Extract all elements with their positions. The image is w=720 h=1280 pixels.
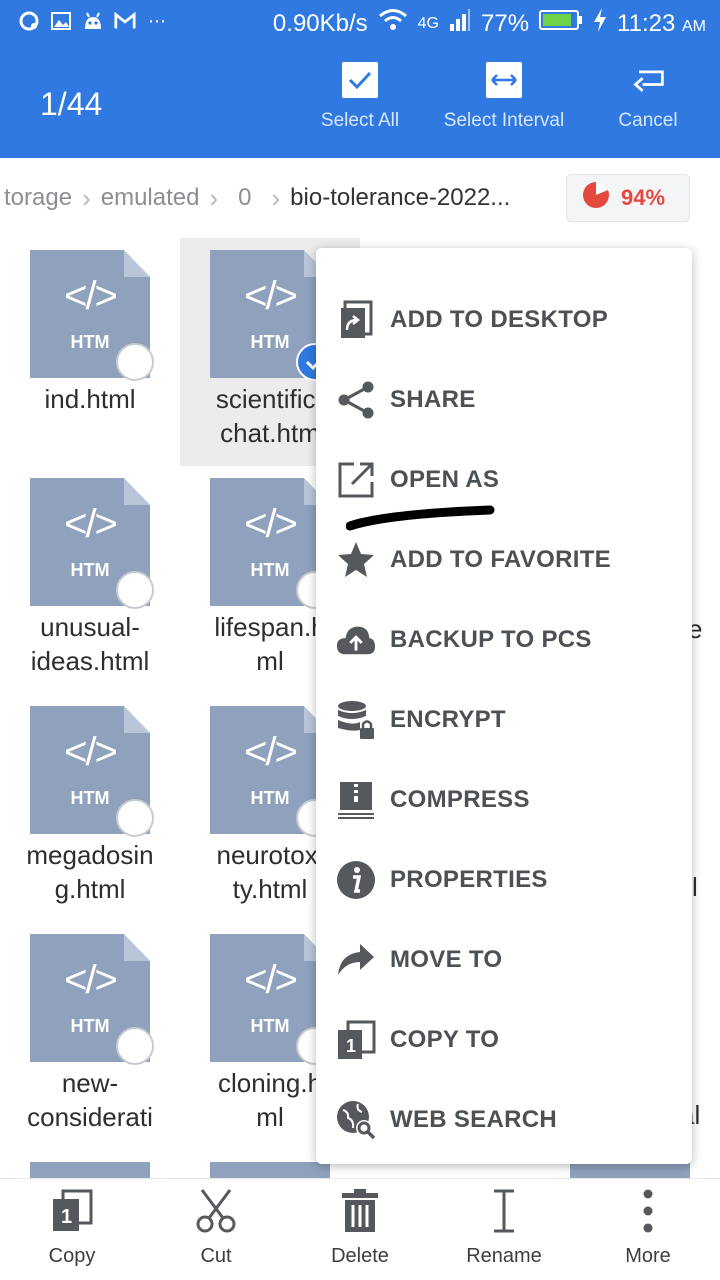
partial-file-name: l <box>692 872 698 902</box>
notification-icons: ⋯ <box>18 10 168 32</box>
charging-icon <box>593 8 607 39</box>
selection-header: 1/44 Select All Select Interval Cancel <box>0 48 720 158</box>
copy-button[interactable]: 1 Copy <box>0 1187 144 1268</box>
selection-checkbox[interactable] <box>116 1027 154 1065</box>
copy-icon: 1 <box>50 1187 94 1235</box>
select-all-button[interactable]: Select All <box>310 62 410 132</box>
cancel-button[interactable]: Cancel <box>600 62 696 132</box>
sync-icon <box>18 10 40 32</box>
wifi-icon <box>378 8 408 39</box>
globe-search-icon <box>336 1100 376 1140</box>
menu-item-add-to-favorite[interactable]: ADD TO FAVORITE <box>316 520 692 600</box>
chevron-right-icon: › <box>82 182 91 213</box>
bottom-toolbar: 1 Copy Cut Delete Rename More <box>0 1178 720 1280</box>
svg-text:1: 1 <box>346 1036 356 1056</box>
cut-label: Cut <box>200 1245 232 1267</box>
android-icon <box>82 10 104 32</box>
file-name: ind.html <box>44 384 136 414</box>
select-all-label: Select All <box>320 110 400 131</box>
more-notifications-icon: ⋯ <box>148 10 166 31</box>
menu-item-compress[interactable]: COMPRESS <box>316 760 692 840</box>
network-type: 4G <box>417 14 439 32</box>
select-interval-label: Select Interval <box>443 110 565 131</box>
interval-arrows-icon <box>486 62 522 98</box>
signal-icon <box>449 8 471 39</box>
zip-icon <box>336 780 376 820</box>
rename-label: Rename <box>466 1245 542 1267</box>
add-to-desktop-icon <box>336 300 376 340</box>
battery-icon <box>539 9 583 38</box>
trash-icon <box>338 1187 382 1235</box>
gallery-icon <box>50 10 72 32</box>
status-bar: ⋯ 0.90Kb/s 4G 77% 11:23 AM <box>0 0 720 48</box>
underline-annotation <box>346 505 495 531</box>
storage-usage-badge[interactable]: 94% <box>566 174 690 222</box>
network-speed: 0.90Kb/s <box>272 9 368 37</box>
context-menu: ADD TO DESKTOP SHARE OPEN AS ADD TO FAVO… <box>316 248 692 1164</box>
clock: 11:23 AM <box>617 9 706 37</box>
file-name: new- considerati <box>27 1068 153 1132</box>
select-interval-button[interactable]: Select Interval <box>432 62 576 132</box>
menu-item-web-search[interactable]: WEB SEARCH <box>316 1080 692 1160</box>
pie-chart-icon <box>581 180 611 216</box>
storage-usage-value: 94% <box>621 185 666 210</box>
delete-label: Delete <box>331 1245 389 1267</box>
breadcrumb-item-emulated[interactable]: emulated <box>97 184 204 212</box>
breadcrumb-item-storage[interactable]: torage <box>0 184 76 212</box>
menu-item-properties[interactable]: PROPERTIES <box>316 840 692 920</box>
text-cursor-icon <box>482 1187 526 1235</box>
more-label: More <box>625 1245 671 1267</box>
copy-label: Copy <box>48 1245 96 1267</box>
file-item[interactable]: </> HTM ind.html <box>0 238 180 466</box>
html-file-icon <box>570 1162 690 1178</box>
open-as-icon <box>336 460 376 500</box>
breadcrumb-item-current[interactable]: bio-tolerance-2022... <box>286 184 514 212</box>
more-vertical-icon <box>626 1187 670 1235</box>
scissors-icon <box>194 1187 238 1235</box>
more-button[interactable]: More <box>576 1187 720 1268</box>
info-icon <box>336 860 376 900</box>
chevron-right-icon: › <box>209 182 219 213</box>
selection-checkbox[interactable] <box>116 799 154 837</box>
move-arrow-icon <box>336 940 376 980</box>
database-lock-icon <box>336 700 376 740</box>
cut-button[interactable]: Cut <box>144 1187 288 1268</box>
selection-checkbox[interactable] <box>116 343 154 381</box>
cloud-upload-icon <box>336 620 376 660</box>
file-name: megadosin g.html <box>26 840 154 904</box>
copy-icon: 1 <box>336 1020 376 1060</box>
file-item[interactable]: </> HTM megadosin g.html <box>0 694 180 922</box>
checkbox-checked-icon <box>342 62 378 98</box>
selection-checkbox[interactable] <box>116 571 154 609</box>
star-icon <box>336 540 376 580</box>
rename-button[interactable]: Rename <box>432 1187 576 1268</box>
menu-item-move-to[interactable]: MOVE TO <box>316 920 692 1000</box>
breadcrumb-item-0[interactable]: 0 <box>224 184 265 212</box>
delete-button[interactable]: Delete <box>288 1187 432 1268</box>
html-file-icon <box>210 1162 330 1178</box>
status-right: 0.90Kb/s 4G 77% 11:23 AM <box>273 8 706 39</box>
menu-item-share[interactable]: SHARE <box>316 360 692 440</box>
svg-text:1: 1 <box>61 1206 72 1228</box>
file-item[interactable]: </> HTM new- considerati <box>0 922 180 1150</box>
chevron-right-icon: › <box>271 182 281 213</box>
selection-counter: 1/44 <box>40 86 103 122</box>
cancel-label: Cancel <box>618 110 678 131</box>
menu-item-backup-to-pcs[interactable]: BACKUP TO PCS <box>316 600 692 680</box>
gmail-icon <box>114 10 136 32</box>
battery-percent: 77% <box>481 9 530 37</box>
menu-item-encrypt[interactable]: ENCRYPT <box>316 680 692 760</box>
file-item[interactable]: </> HTM unusual- ideas.html <box>0 466 180 694</box>
html-file-icon <box>30 1162 150 1178</box>
menu-item-copy-to[interactable]: 1 COPY TO <box>316 1000 692 1080</box>
file-name: unusual- ideas.html <box>30 612 150 676</box>
share-icon <box>336 380 376 420</box>
undo-return-icon <box>630 62 666 98</box>
menu-item-add-to-desktop[interactable]: ADD TO DESKTOP <box>316 280 692 360</box>
